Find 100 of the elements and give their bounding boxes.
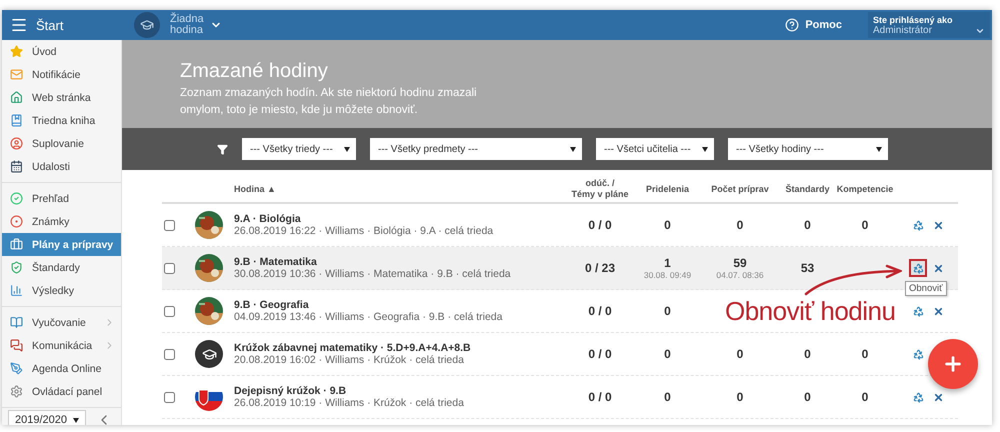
- lesson-details: 26.08.2019 16:22 · Williams · Biológia · 9.A · celá trieda: [234, 225, 494, 237]
- recycle-icon: [912, 392, 924, 402]
- sidebar-item[interactable]: Ovládací panel: [2, 380, 121, 403]
- sidebar-item[interactable]: Web stránka: [2, 86, 121, 109]
- year-select[interactable]: 2019/2020: [8, 410, 86, 425]
- table-cell: 0: [862, 347, 868, 361]
- sidebar-item[interactable]: Úvod: [2, 40, 121, 63]
- caret-icon: [702, 146, 708, 152]
- help-icon: [785, 18, 800, 32]
- table-cell: 0 / 0: [588, 304, 612, 318]
- help-button[interactable]: Pomoc: [779, 17, 848, 33]
- caret-icon: [570, 146, 576, 152]
- menu-icon[interactable]: [10, 16, 28, 34]
- sidebar-item[interactable]: Štandardy: [2, 256, 121, 279]
- check-circle-icon: [10, 192, 23, 205]
- person-icon: [10, 137, 23, 150]
- table-cell: 0 / 0: [588, 218, 612, 232]
- table-cell: 0 / 23: [584, 261, 616, 275]
- mail-icon: [10, 68, 23, 81]
- sidebar-item[interactable]: Suplovanie: [2, 132, 121, 155]
- row-checkbox[interactable]: [164, 220, 175, 230]
- tooltip: Obnoviť: [905, 281, 947, 296]
- table-cell: 0: [862, 390, 868, 404]
- row-checkbox[interactable]: [164, 392, 175, 402]
- table-cell: 0: [664, 347, 671, 361]
- user-menu[interactable]: Ste prihlásený ako Administrátor: [868, 12, 990, 38]
- graduation-cap-icon: [134, 12, 160, 38]
- table-cell: 53: [800, 261, 814, 275]
- close-icon: [932, 306, 944, 316]
- row-checkbox[interactable]: [164, 262, 175, 274]
- table-cell: 0: [664, 304, 671, 318]
- caret-icon: [344, 146, 350, 152]
- restore-button[interactable]: [911, 390, 925, 404]
- close-icon: [932, 392, 944, 402]
- table-cell: 0: [664, 390, 671, 404]
- restore-button[interactable]: [909, 259, 927, 277]
- lesson-title: Dejepisný krúžok · 9.B: [234, 385, 348, 397]
- menu-label[interactable]: Štart: [36, 18, 64, 32]
- cell-date: 30.08. 09:49: [644, 270, 692, 280]
- column-header: Štandardy: [784, 184, 830, 194]
- column-header: Počet príprav: [710, 184, 770, 194]
- column-header: odúč. / Témy v pláne: [570, 178, 630, 200]
- row-checkbox[interactable]: [164, 348, 175, 360]
- restore-button[interactable]: [911, 347, 925, 361]
- lesson-details: 26.08.2019 10:19 · Williams · Krúžok · celá trieda: [234, 397, 465, 409]
- table-cell: 0: [736, 218, 744, 232]
- table-cell: 59: [733, 256, 747, 270]
- star-icon: [10, 45, 23, 58]
- caret-icon: [876, 146, 882, 152]
- sidebar-item[interactable]: Prehľad: [2, 187, 121, 210]
- table-cell: 0: [664, 218, 671, 232]
- sidebar-item[interactable]: Výsledky: [2, 279, 121, 302]
- restore-button[interactable]: [911, 304, 925, 318]
- recycle-icon: [912, 220, 924, 230]
- calendar-icon: [10, 160, 23, 173]
- dot-circle-icon: [10, 215, 23, 228]
- page-title: Zmazané hodiny: [180, 60, 329, 83]
- filter-select[interactable]: --- Všetky predmety ---: [370, 138, 582, 160]
- table-cell: 0: [804, 347, 811, 361]
- column-header: Pridelenia: [644, 184, 690, 194]
- sidebar-item[interactable]: Plány a prípravy: [2, 233, 121, 256]
- sidebar-item[interactable]: Triedna kniha: [2, 109, 121, 132]
- book-icon: [10, 114, 23, 127]
- briefcase-icon: [10, 238, 23, 251]
- sidebar-item[interactable]: Známky: [2, 210, 121, 233]
- column-header[interactable]: Hodina ▲: [234, 184, 565, 194]
- sidebar-item[interactable]: Udalosti: [2, 155, 121, 178]
- filter-select[interactable]: --- Všetky triedy ---: [242, 138, 356, 160]
- open-book-icon: [10, 316, 23, 329]
- filter-select[interactable]: --- Všetci učitelia ---: [596, 138, 714, 160]
- chat-icon: [10, 339, 23, 352]
- table-cell: 0 / 0: [588, 347, 612, 361]
- sidebar-item[interactable]: Komunikácia: [2, 334, 121, 357]
- cell-date: 04.07. 08:36: [716, 270, 764, 280]
- recycle-icon: [912, 306, 924, 316]
- lesson-details: 04.09.2019 13:46 · Williams · Geografia · 9.B · celá trieda: [234, 311, 504, 323]
- settings-icon: [10, 385, 23, 398]
- restore-button[interactable]: [911, 218, 925, 232]
- shield-icon: [10, 261, 23, 274]
- lesson-title: Krúžok zábavnej matematiky · 5.D+9.A+4.A+8.B: [234, 342, 472, 354]
- lesson-title: 9.B · Geografia: [234, 299, 310, 311]
- sidebar-item[interactable]: Notifikácie: [2, 63, 121, 86]
- recycle-icon: [912, 262, 924, 274]
- lesson-title: 9.A · Biológia: [234, 213, 302, 225]
- caret-icon: [975, 26, 985, 36]
- plus-icon: [942, 353, 964, 375]
- add-button[interactable]: [928, 339, 978, 389]
- table-cell: 0: [736, 390, 744, 404]
- filter-icon: [217, 144, 228, 154]
- pen-icon: [10, 362, 23, 375]
- sidebar-item[interactable]: Vyučovanie: [2, 311, 121, 334]
- row-checkbox[interactable]: [164, 306, 175, 316]
- filter-select[interactable]: --- Všetky hodiny ---: [728, 138, 888, 160]
- sidebar-item[interactable]: Agenda Online: [2, 357, 121, 380]
- lesson-title: 9.B · Matematika: [234, 256, 318, 268]
- course-dropdown[interactable]: Žiadna hodina: [170, 14, 222, 36]
- table-cell: 0 / 0: [588, 390, 612, 404]
- annotation-text: Obnoviť hodinu: [725, 296, 896, 327]
- page-description: Zoznam zmazaných hodín. Ak ste niektorú hodinu zmazali omylom, toto je miesto, kde ju môžete obnoviť.: [180, 86, 478, 118]
- bar-chart-icon: [10, 284, 23, 297]
